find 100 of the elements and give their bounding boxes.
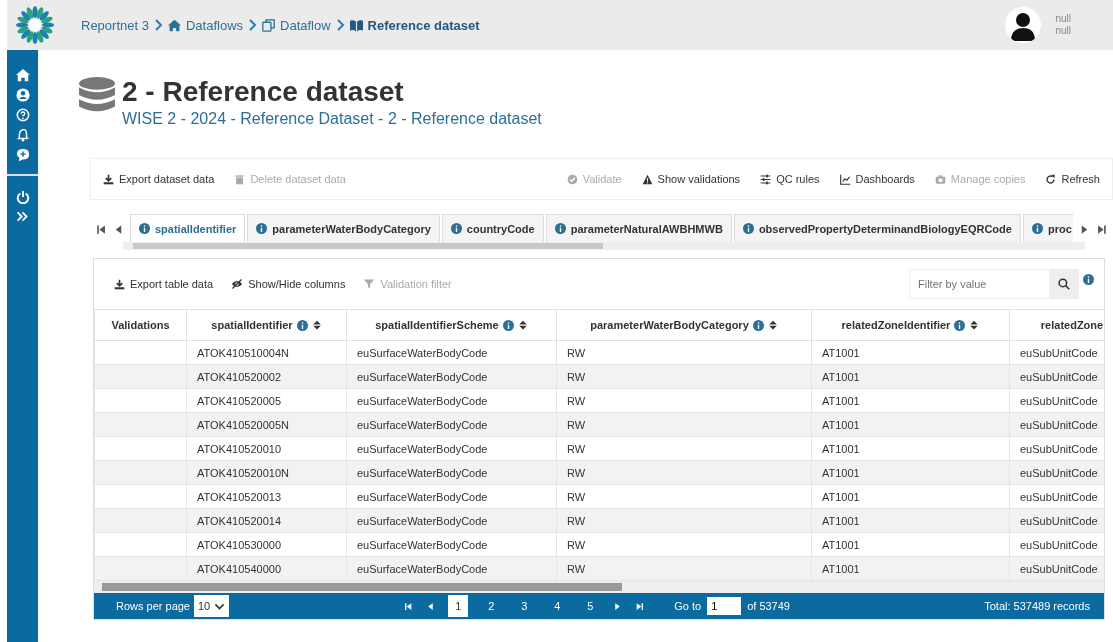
check-circle-icon <box>566 173 578 185</box>
last-page-icon <box>635 601 645 611</box>
table-cell: AT1001 <box>811 556 1010 581</box>
info-icon <box>554 223 566 234</box>
table-cell: AT1001 <box>811 436 1010 461</box>
eye-icon <box>231 278 244 290</box>
info-icon <box>139 223 150 234</box>
page-button[interactable]: 4 <box>547 595 568 617</box>
filter-field[interactable]: Filter by value <box>909 269 1049 299</box>
table-cell: euSubUnitCode <box>1009 412 1104 437</box>
page-input[interactable]: 1 <box>707 597 742 615</box>
page-button[interactable]: 1 <box>448 595 469 617</box>
table-cell: AT1001 <box>811 508 1010 533</box>
sliders-icon <box>760 173 772 185</box>
rows-per-page-dropdown[interactable]: 10 <box>194 595 230 617</box>
table-cell: euSurfaceWaterBodyCode <box>346 436 557 461</box>
user-name: null <box>1055 13 1071 25</box>
download-icon <box>103 173 114 185</box>
chart-icon <box>839 173 851 185</box>
warning-icon <box>641 173 653 185</box>
scrollbar[interactable] <box>123 242 1085 250</box>
info-icon <box>296 319 308 331</box>
toolbar-button[interactable]: Show validations <box>641 173 741 185</box>
rows-per-page-label: Rows per page <box>116 600 190 612</box>
toolbar-button[interactable]: Dashboards <box>839 173 915 185</box>
table-cell: ATOK410520005N <box>186 412 347 437</box>
book-icon <box>349 18 363 32</box>
refresh-icon <box>1045 173 1057 185</box>
table-cell: euSurfaceWaterBodyCode <box>346 412 557 437</box>
column-header[interactable]: parameterWaterBodyCategory <box>556 309 812 341</box>
tab[interactable]: proc <box>1022 214 1073 242</box>
page-subtitle: WISE 2 - 2024 - Reference Dataset - 2 - Reference dataset <box>122 110 542 128</box>
first-page-icon <box>404 601 414 611</box>
column-header[interactable]: relatedZoneIdentifier <box>811 309 1010 341</box>
breadcrumb-link[interactable]: Reportnet 3 <box>81 17 149 33</box>
info-icon <box>502 319 514 331</box>
camera-icon <box>934 173 946 185</box>
tab[interactable]: spatialIdentifier <box>130 214 246 242</box>
page-button[interactable]: 2 <box>481 595 502 617</box>
chevron-right-icon <box>153 19 163 31</box>
search-icon <box>1058 278 1070 290</box>
download-icon <box>114 278 125 290</box>
column-header[interactable]: Validations <box>94 309 187 341</box>
table-cell: euSubUnitCode <box>1009 364 1104 389</box>
table-cell: ATOK410520013 <box>186 484 347 509</box>
breadcrumb-link[interactable]: Reference dataset <box>349 17 480 33</box>
table-cell: ATOK410520002 <box>186 364 347 389</box>
table-cell: ATOK410520010N <box>186 460 347 485</box>
breadcrumb-link[interactable]: Dataflows <box>167 17 243 33</box>
table-cell: euSurfaceWaterBodyCode <box>346 340 557 365</box>
table-cell: euSubUnitCode <box>1009 556 1104 581</box>
table-cell: euSurfaceWaterBodyCode <box>346 364 557 389</box>
page-button[interactable]: 5 <box>580 595 601 617</box>
table-cell: RW <box>556 364 812 389</box>
scrollbar[interactable] <box>94 581 1104 593</box>
breadcrumb-link[interactable]: Dataflow <box>262 17 331 33</box>
toolbar-button[interactable]: Refresh <box>1045 173 1100 185</box>
column-header[interactable]: relatedZone <box>1009 309 1104 341</box>
chevron-right-icon <box>248 19 257 31</box>
avatar-icon[interactable] <box>1005 7 1042 43</box>
table-cell: ATOK410510004N <box>186 340 347 365</box>
home-icon <box>15 68 30 82</box>
page-button[interactable]: 3 <box>514 595 535 617</box>
table-cell: RW <box>556 436 812 461</box>
tab[interactable]: countryCode <box>441 214 544 242</box>
toolbar-button[interactable]: Export dataset data <box>103 173 215 185</box>
chat-icon <box>15 148 30 162</box>
info-icon <box>256 223 268 234</box>
table-cell: euSurfaceWaterBodyCode <box>346 460 557 485</box>
previous-icon <box>113 223 124 235</box>
user-icon <box>15 88 30 102</box>
table-cell: RW <box>556 484 812 509</box>
table-cell: euSubUnitCode <box>1009 460 1104 485</box>
sort-icon <box>969 320 980 330</box>
next-icon <box>613 601 623 611</box>
toolbar-button[interactable]: QC rules <box>760 173 820 185</box>
table-cell: AT1001 <box>811 532 1010 557</box>
logo[interactable] <box>15 5 55 45</box>
toolbar-button[interactable]: Export table data <box>114 278 214 290</box>
search-button[interactable] <box>1049 269 1079 299</box>
database-icon <box>78 76 116 114</box>
column-header[interactable]: spatialIdentifier <box>186 309 347 341</box>
copy-icon <box>262 18 275 32</box>
toolbar-button[interactable]: Show/Hide columns <box>231 278 346 290</box>
tab[interactable]: parameterNaturalAWBHMWB <box>545 214 732 242</box>
table-cell: ATOK410540000 <box>186 556 347 581</box>
tab[interactable]: parameterWaterBodyCategory <box>247 214 440 242</box>
go-to-label: Go to <box>674 600 702 612</box>
tab[interactable]: observedPropertyDeterminandBiologyEQRCode <box>733 214 1021 242</box>
table-cell: euSubUnitCode <box>1009 508 1104 533</box>
user-subtitle: null <box>1055 25 1071 37</box>
table-cell: ATOK410520010 <box>186 436 347 461</box>
chevron-right-icon <box>335 19 345 31</box>
total-records: Total: 537489 records <box>984 600 1090 612</box>
column-header[interactable]: spatialIdentifierScheme <box>346 309 557 341</box>
table-cell: ATOK410530000 <box>186 532 347 557</box>
last-page-icon <box>1096 223 1107 235</box>
info-icon <box>752 319 764 331</box>
table-cell: euSurfaceWaterBodyCode <box>346 484 557 509</box>
info-icon <box>954 319 966 331</box>
